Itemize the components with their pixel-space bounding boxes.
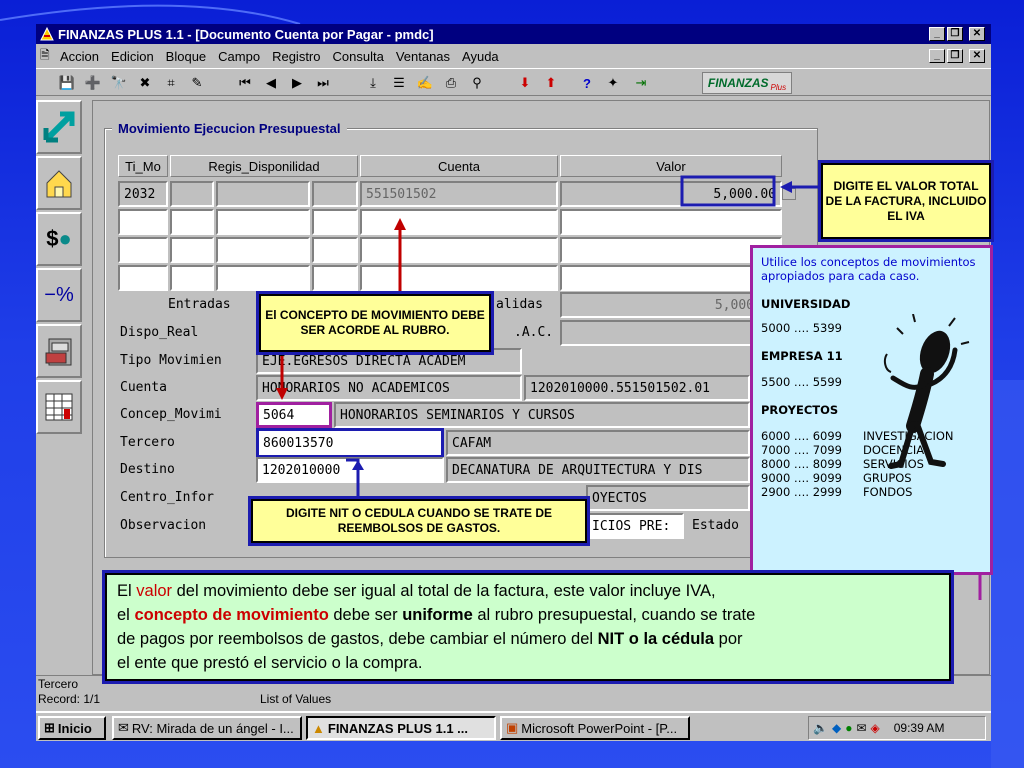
proyectos-range: 8000 …. 8099	[761, 457, 842, 471]
thinking-figure-icon	[883, 314, 970, 469]
note-highlight: concepto de movimiento	[134, 606, 329, 624]
note-text: de pagos por reembolsos de gastos, debe …	[117, 630, 598, 648]
note-line-3: de pagos por reembolsos de gastos, debe …	[117, 627, 939, 651]
proyectos-range: 9000 …. 9099	[761, 471, 842, 485]
callout-nit: DIGITE NIT O CEDULA CUANDO SE TRATE DE R…	[248, 496, 590, 546]
note-bold: uniforme	[402, 606, 473, 624]
note-text: por	[714, 630, 743, 648]
note-text: El	[117, 582, 137, 600]
note-text: debe ser	[328, 606, 403, 624]
note-text: del movimiento debe ser igual al total d…	[172, 582, 716, 600]
concepts-intro-2: apropiados para cada caso.	[761, 269, 920, 283]
note-line-2: el concepto de movimiento debe ser unifo…	[117, 603, 939, 627]
concepts-panel: Utilice los conceptos de movimientos apr…	[750, 245, 993, 575]
note-bold: NIT o la cédula	[597, 630, 715, 648]
proyectos-row: 2900 …. 2999 FONDOS	[761, 485, 982, 499]
callout-valor-text: DIGITE EL VALOR TOTAL DE LA FACTURA, INC…	[825, 178, 987, 223]
proyectos-name: FONDOS	[863, 485, 913, 499]
note-line-4: el ente que prestó el servicio o la comp…	[117, 654, 423, 672]
callout-nit-text: DIGITE NIT O CEDULA CUANDO SE TRATE DE R…	[285, 506, 552, 535]
note-text: el	[117, 606, 135, 624]
proyectos-range: 6000 …. 6099	[761, 429, 842, 443]
explanation-note: El valor del movimiento debe ser igual a…	[102, 570, 954, 684]
note-highlight: valor	[136, 582, 173, 600]
note-line-1: El valor del movimiento debe ser igual a…	[117, 579, 939, 603]
proyectos-range: 7000 …. 7099	[761, 443, 842, 457]
concepts-intro-1: Utilice los conceptos de movimientos	[761, 255, 976, 269]
callout-concepto: El CONCEPTO DE MOVIMIENTO DEBE SER ACORD…	[256, 291, 494, 355]
callout-valor: DIGITE EL VALOR TOTAL DE LA FACTURA, INC…	[818, 160, 994, 242]
callout-concepto-text: El CONCEPTO DE MOVIMIENTO DEBE SER ACORD…	[265, 308, 485, 337]
proyectos-range: 2900 …. 2999	[761, 485, 842, 499]
concepts-universidad: UNIVERSIDAD	[761, 297, 851, 311]
note-text: al rubro presupuestal, cuando se trate	[472, 606, 756, 624]
